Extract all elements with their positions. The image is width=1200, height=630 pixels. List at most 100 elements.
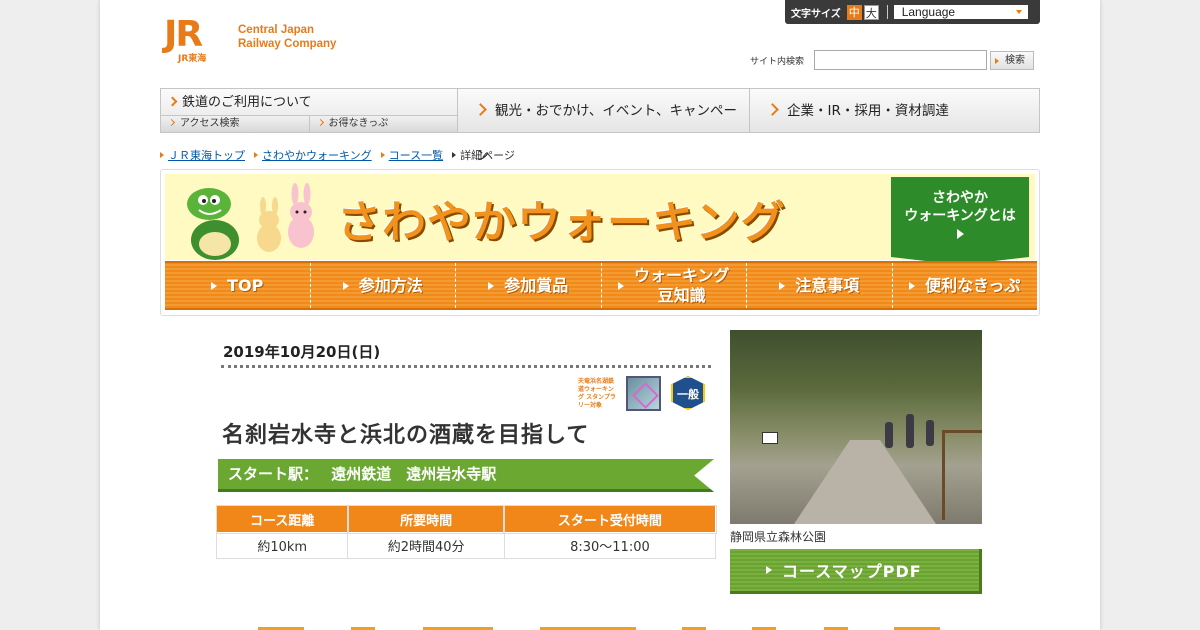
banner-title: さわやかウォーキング bbox=[337, 197, 786, 248]
chevron-right-icon bbox=[474, 103, 487, 116]
cell-duration: 約2時間40分 bbox=[347, 532, 505, 559]
dotted-divider bbox=[221, 365, 711, 368]
cube-icon bbox=[626, 375, 661, 411]
search-label: サイト内検索 bbox=[750, 56, 805, 67]
walking-banner: さわやかウォーキング さわやか ウォーキングとは TOP 参加方法 参加賞品 ウ… bbox=[160, 169, 1040, 316]
breadcrumb-link-course-list[interactable]: コース一覧 bbox=[389, 149, 443, 162]
search-button[interactable]: 検索 bbox=[990, 50, 1035, 70]
banner-nav-how-to-join[interactable]: 参加方法 bbox=[311, 263, 456, 308]
event-title: 名刹岩水寺と浜北の酒蔵を目指して bbox=[222, 423, 590, 448]
course-photo bbox=[730, 330, 982, 524]
banner-nav-label: 注意事項 bbox=[795, 275, 860, 295]
breadcrumb-link-walking[interactable]: さわやかウォーキング bbox=[262, 149, 372, 162]
course-map-pdf-button[interactable]: コースマップPDF bbox=[730, 549, 982, 594]
nav-tourism-label: 観光・おでかけ、イベント、キャンペーン bbox=[476, 103, 738, 164]
banner-nav-label: 便利なきっぷ bbox=[925, 275, 1021, 295]
photo-hiker bbox=[885, 422, 893, 448]
nav-access-search-label: アクセス検索 bbox=[180, 118, 240, 129]
event-category-icons: 天竜浜名湖鉄道ウォーキング スタンプラリー対象 一般向 bbox=[578, 375, 705, 411]
cell-start-time: 8:30～11:00 bbox=[503, 532, 717, 559]
table-row: 約10km 約2時間40分 8:30～11:00 bbox=[215, 532, 717, 559]
breadcrumb-link-top[interactable]: ＪＲ東海トップ bbox=[168, 149, 245, 162]
breadcrumb-current: 詳細ページ bbox=[452, 147, 515, 163]
breadcrumb-item: さわやかウォーキング bbox=[254, 147, 372, 163]
triangle-right-icon bbox=[779, 281, 786, 290]
logo-sub-text: JR東海 bbox=[178, 54, 207, 64]
language-select[interactable]: Language bbox=[893, 5, 1028, 19]
triangle-right-icon bbox=[488, 281, 495, 290]
breadcrumb-item: コース一覧 bbox=[380, 147, 443, 163]
global-nav-railway-group: 鉄道のご利用について アクセス検索 お得なきっぷ bbox=[161, 89, 458, 132]
triangle-right-icon bbox=[909, 281, 916, 290]
banner-nav-label: 参加賞品 bbox=[504, 275, 569, 295]
arrow-right-icon bbox=[995, 57, 1000, 64]
header-distance: コース距離 bbox=[215, 504, 349, 534]
banner-nav-label: TOP bbox=[227, 275, 264, 295]
photo-hiker bbox=[906, 414, 914, 448]
chevron-down-icon bbox=[1015, 10, 1022, 14]
photo-caption: 静岡県立森林公園 bbox=[730, 530, 827, 544]
course-info-table: コース距離 所要時間 スタート受付時間 約10km 約2時間40分 8:30～1… bbox=[215, 504, 717, 559]
about-line2: ウォーキングとは bbox=[904, 208, 1016, 224]
triangle-right-icon bbox=[160, 152, 164, 158]
global-nav: 鉄道のご利用について アクセス検索 お得なきっぷ 観光・おでかけ、イベント、キャ… bbox=[160, 88, 1040, 164]
nav-discount-tickets-label: お得なきっぷ bbox=[328, 118, 389, 129]
triangle-right-icon bbox=[380, 152, 385, 158]
search-input[interactable] bbox=[814, 50, 988, 70]
banner-nav-prizes[interactable]: 参加賞品 bbox=[456, 263, 602, 308]
event-date: 2019年10月20日(日) bbox=[223, 343, 381, 361]
triangle-right-icon bbox=[342, 281, 349, 290]
cell-distance: 約10km bbox=[215, 532, 349, 559]
triangle-right-icon bbox=[254, 152, 258, 158]
font-size-large-button[interactable]: 大 bbox=[863, 4, 879, 20]
banner-header: さわやかウォーキング さわやか ウォーキングとは bbox=[165, 174, 1035, 265]
company-name-line2: Railway Company bbox=[238, 38, 337, 50]
mascot-characters-icon bbox=[187, 183, 314, 260]
triangle-right-icon bbox=[617, 281, 624, 290]
logo-mark-text: JR bbox=[164, 14, 203, 55]
chevron-right-icon bbox=[766, 103, 779, 116]
triangle-right-icon bbox=[766, 566, 772, 574]
banner-nav-top[interactable]: TOP bbox=[165, 263, 311, 308]
font-size-medium-button[interactable]: 中 bbox=[846, 4, 862, 20]
about-line1: さわやか bbox=[932, 190, 988, 206]
nav-access-search[interactable]: アクセス検索 bbox=[161, 116, 309, 132]
start-station-bar: スタート駅： 遠州鉄道 遠州岩水寺駅 bbox=[218, 459, 714, 492]
breadcrumb-current-label: 詳細ページ bbox=[460, 149, 515, 162]
banner-nav-tickets[interactable]: 便利なきっぷ bbox=[893, 263, 1038, 308]
utility-bar: 文字サイズ 中 大 Language bbox=[785, 0, 1040, 24]
banner-nav-notes[interactable]: 注意事項 bbox=[747, 263, 893, 308]
about-walking-button[interactable]: さわやか ウォーキングとは bbox=[891, 177, 1029, 265]
start-station-name: 遠州鉄道 遠州岩水寺駅 bbox=[331, 465, 497, 483]
nav-corporate[interactable]: 企業・IR・採用・資材調達 bbox=[750, 89, 1039, 132]
divider bbox=[886, 5, 888, 19]
chevron-right-icon bbox=[167, 96, 178, 107]
table-header-row: コース距離 所要時間 スタート受付時間 bbox=[215, 504, 717, 534]
general-audience-icon: 一般向 bbox=[671, 376, 705, 410]
nav-tourism[interactable]: 観光・おでかけ、イベント、キャンペーン bbox=[458, 89, 750, 164]
site-search: サイト内検索 検索 bbox=[750, 50, 1035, 70]
breadcrumb-item: ＪＲ東海トップ bbox=[160, 147, 245, 163]
triangle-right-icon bbox=[211, 281, 218, 290]
banner-nav-walking-tips[interactable]: ウォーキング 豆知識 bbox=[602, 263, 747, 308]
chevron-right-icon bbox=[167, 118, 176, 127]
photo-sign bbox=[762, 432, 778, 444]
font-size-label: 文字サイズ bbox=[791, 8, 841, 20]
stamp-rally-icon: 天竜浜名湖鉄道ウォーキング スタンプラリー対象 bbox=[578, 378, 616, 409]
nav-railway[interactable]: 鉄道のご利用について bbox=[161, 89, 457, 116]
page: 文字サイズ 中 大 Language JR JR東海 Central Japan… bbox=[100, 0, 1100, 630]
start-station-label: スタート駅： bbox=[228, 465, 319, 483]
banner-nav-label: ウォーキング 豆知識 bbox=[633, 265, 730, 305]
jr-central-logo[interactable]: JR JR東海 Central Japan Railway Company bbox=[164, 14, 337, 65]
header-start-time: スタート受付時間 bbox=[503, 504, 717, 534]
nav-railway-label: 鉄道のご利用について bbox=[182, 95, 312, 110]
nav-railway-subs: アクセス検索 お得なきっぷ bbox=[161, 116, 457, 132]
language-select-value: Language bbox=[901, 5, 956, 19]
nav-discount-tickets[interactable]: お得なきっぷ bbox=[308, 116, 457, 132]
triangle-right-icon bbox=[452, 152, 457, 158]
company-name-line1: Central Japan bbox=[238, 24, 315, 36]
banner-nav: TOP 参加方法 参加賞品 ウォーキング 豆知識 注意事項 便利なきっぷ bbox=[165, 261, 1037, 310]
jr-logo-mark: JR JR東海 bbox=[164, 14, 226, 65]
search-button-label: 検索 bbox=[1005, 54, 1026, 66]
header-duration: 所要時間 bbox=[346, 504, 506, 534]
